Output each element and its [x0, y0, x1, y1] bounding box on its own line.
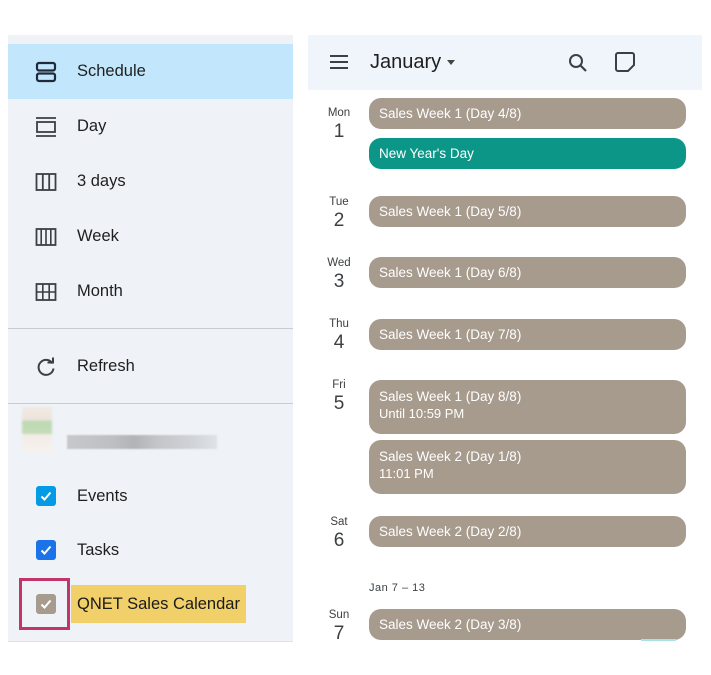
event-title: Sales Week 1 (Day 4/8): [379, 106, 522, 121]
calendar-label: Tasks: [77, 540, 120, 559]
event-chip[interactable]: Sales Week 2 (Day 3/8): [369, 609, 686, 640]
month-view-icon: [34, 280, 58, 304]
search-icon[interactable]: [566, 51, 590, 75]
day-label-wed-3[interactable]: Wed 3: [316, 256, 362, 293]
calendar-item-qnet-sales[interactable]: QNET Sales Calendar: [8, 579, 293, 629]
day-of-week: Sat: [330, 516, 348, 528]
calendar-label: QNET Sales Calendar: [77, 594, 240, 613]
sidebar-item-label: Week: [77, 227, 119, 245]
sidebar-divider: [8, 328, 293, 329]
day-of-week: Thu: [329, 318, 349, 330]
hamburger-menu-icon[interactable]: [329, 53, 349, 71]
account-avatar: [22, 407, 52, 452]
checkmark-icon: [40, 545, 52, 555]
sidebar-item-label: Day: [77, 117, 107, 135]
day-label-fri-5[interactable]: Fri 5: [316, 378, 362, 415]
sidebar-item-3-days[interactable]: 3 days: [8, 154, 293, 209]
event-title: Sales Week 1 (Day 6/8): [379, 265, 522, 280]
schedule-view-icon: [34, 60, 58, 84]
qnet-sales-checkbox[interactable]: [36, 594, 56, 614]
sidebar-item-refresh[interactable]: Refresh: [8, 339, 293, 394]
checkmark-icon: [40, 599, 52, 609]
day-view-icon: [34, 115, 58, 139]
calendar-item-tasks[interactable]: Tasks: [8, 525, 293, 575]
day-number: 7: [333, 623, 345, 644]
calendar-label: Events: [77, 486, 128, 505]
sidebar-item-label: Schedule: [77, 62, 146, 80]
day-label-sat-6[interactable]: Sat 6: [316, 515, 362, 552]
account-name-redacted: [67, 435, 217, 449]
sidebar-item-day[interactable]: Day: [8, 99, 293, 154]
tasks-checkbox[interactable]: [36, 540, 56, 560]
event-chip[interactable]: Sales Week 2 (Day 2/8): [369, 516, 686, 547]
event-chip-holiday[interactable]: New Year's Day: [369, 138, 686, 169]
caret-down-icon: [447, 60, 456, 65]
day-number: 5: [333, 393, 345, 414]
event-time: Until 10:59 PM: [379, 406, 465, 421]
week-range-label: Jan 7 – 13: [369, 582, 426, 594]
app-header: January: [308, 35, 702, 90]
day-label-thu-4[interactable]: Thu 4: [316, 317, 362, 354]
event-title: Sales Week 1 (Day 8/8): [379, 389, 522, 404]
fab-edge-partial: [641, 639, 676, 641]
day-of-week: Tue: [329, 196, 349, 208]
day-label-tue-2[interactable]: Tue 2: [316, 195, 362, 232]
day-of-week: Wed: [327, 257, 351, 269]
day-number: 2: [333, 210, 345, 231]
event-chip[interactable]: Sales Week 1 (Day 6/8): [369, 257, 686, 288]
day-number: 6: [333, 530, 345, 551]
month-dropdown[interactable]: January: [370, 51, 456, 74]
events-checkbox[interactable]: [36, 486, 56, 506]
event-title: New Year's Day: [379, 146, 474, 161]
day-of-week: Fri: [332, 379, 346, 391]
refresh-icon: [34, 355, 58, 379]
sidebar-item-week[interactable]: Week: [8, 209, 293, 264]
three-day-view-icon: [34, 170, 58, 194]
event-time: 11:01 PM: [379, 466, 434, 481]
event-chip[interactable]: Sales Week 1 (Day 4/8): [369, 98, 686, 129]
event-title: Sales Week 2 (Day 1/8): [379, 449, 522, 464]
sidebar-item-month[interactable]: Month: [8, 264, 293, 319]
day-label-mon-1[interactable]: Mon 1: [316, 106, 362, 143]
event-title: Sales Week 1 (Day 5/8): [379, 204, 522, 219]
note-icon[interactable]: [613, 50, 637, 74]
event-chip[interactable]: Sales Week 1 (Day 5/8): [369, 196, 686, 227]
day-number: 1: [333, 121, 345, 142]
day-of-week: Sun: [328, 609, 350, 621]
day-number: 3: [333, 271, 345, 292]
sidebar-item-label: Month: [77, 282, 123, 300]
sidebar-item-schedule[interactable]: Schedule: [8, 44, 293, 99]
event-title: Sales Week 2 (Day 2/8): [379, 524, 522, 539]
day-number: 4: [333, 332, 345, 353]
event-title: Sales Week 2 (Day 3/8): [379, 617, 522, 632]
week-view-icon: [34, 225, 58, 249]
sidebar-item-label: Refresh: [77, 357, 135, 375]
sidebar-divider: [8, 403, 293, 404]
event-title: Sales Week 1 (Day 7/8): [379, 327, 522, 342]
month-title: January: [370, 51, 442, 73]
sidebar-item-label: 3 days: [77, 172, 126, 190]
event-chip[interactable]: Sales Week 2 (Day 1/8) 11:01 PM: [369, 440, 686, 494]
event-chip[interactable]: Sales Week 1 (Day 8/8) Until 10:59 PM: [369, 380, 686, 434]
calendar-item-events[interactable]: Events: [8, 471, 293, 521]
event-chip[interactable]: Sales Week 1 (Day 7/8): [369, 319, 686, 350]
day-label-sun-7[interactable]: Sun 7: [316, 608, 362, 645]
day-of-week: Mon: [327, 107, 351, 119]
checkmark-icon: [40, 491, 52, 501]
